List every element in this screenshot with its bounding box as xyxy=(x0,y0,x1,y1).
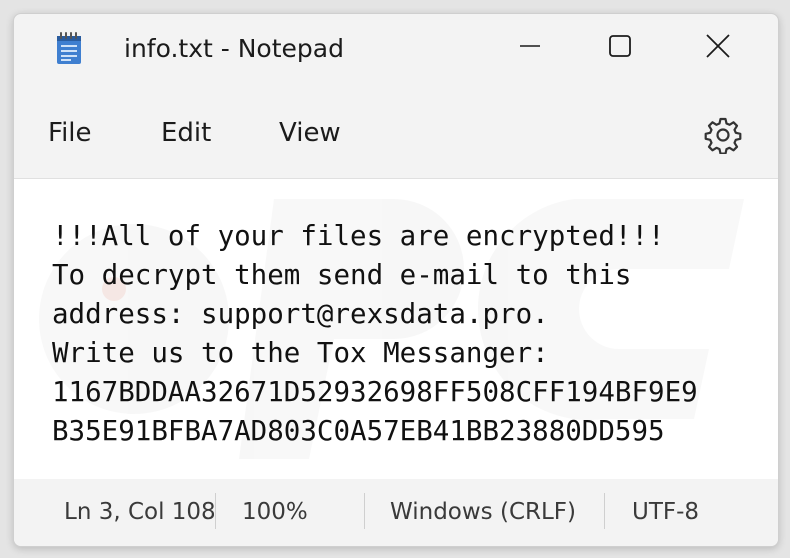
document-text: !!!All of your files are encrypted!!! To … xyxy=(52,217,698,451)
menu-bar: File Edit View xyxy=(14,88,778,178)
encoding: UTF-8 xyxy=(632,499,700,525)
menu-view[interactable]: View xyxy=(279,118,341,148)
line-ending: Windows (CRLF) xyxy=(390,499,577,525)
menu-file[interactable]: File xyxy=(48,118,92,148)
window-title: info.txt - Notepad xyxy=(124,34,344,63)
cursor-position: Ln 3, Col 108 xyxy=(64,499,214,525)
gear-icon[interactable] xyxy=(704,116,742,154)
maximize-icon xyxy=(609,35,631,57)
text-line: !!!All of your files are encrypted!!! xyxy=(52,220,665,252)
status-divider xyxy=(604,493,605,529)
menu-edit[interactable]: Edit xyxy=(161,118,211,148)
text-line: To decrypt them send e-mail to this xyxy=(52,259,632,291)
minimize-icon xyxy=(520,45,540,47)
maximize-button[interactable] xyxy=(570,14,670,78)
notepad-icon xyxy=(57,32,81,64)
text-line: Write us to the Tox Messanger: xyxy=(52,337,549,369)
status-divider xyxy=(215,493,216,529)
notepad-window: info.txt - Notepad File Edit View !!!All… xyxy=(13,13,779,547)
text-line: B35E91BFBA7AD803C0A57EB41BB23880DD595 xyxy=(52,415,665,447)
close-icon xyxy=(706,34,730,58)
zoom-level: 100% xyxy=(242,499,308,525)
status-bar: Ln 3, Col 108 100% Windows (CRLF) UTF-8 xyxy=(14,479,778,546)
text-line: 1167BDDAA32671D52932698FF508CFF194BF9E9 xyxy=(52,376,698,408)
status-divider xyxy=(364,493,365,529)
close-button[interactable] xyxy=(668,14,768,78)
minimize-button[interactable] xyxy=(480,14,580,78)
text-editor[interactable]: !!!All of your files are encrypted!!! To … xyxy=(14,178,778,480)
title-bar[interactable]: info.txt - Notepad xyxy=(14,14,778,88)
text-line: address: support@rexsdata.pro. xyxy=(52,298,549,330)
